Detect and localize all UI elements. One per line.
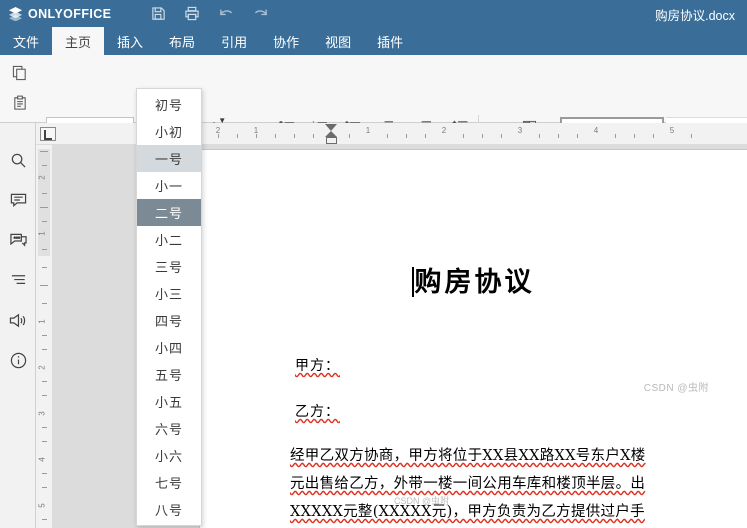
tab-layout[interactable]: 布局 xyxy=(156,27,208,55)
font-size-option[interactable]: 一号 xyxy=(137,145,201,172)
ruler-number: 4 xyxy=(593,126,599,135)
font-size-option[interactable]: 三号 xyxy=(137,253,201,280)
font-size-option[interactable]: 小六 xyxy=(137,442,201,469)
ruler-number: 5 xyxy=(669,126,675,135)
document-title: 购房协议.docx xyxy=(655,9,735,23)
sidebar-item-chat[interactable] xyxy=(0,220,36,260)
document-body: 购房协议 xyxy=(238,160,708,299)
onlyoffice-window: ONLYOFFICE 购房协议.docx 文件 主页 插入 布局 引用 协作 视… xyxy=(0,0,747,528)
font-size-option[interactable]: 四号 xyxy=(137,307,201,334)
text-cursor xyxy=(411,267,414,297)
font-size-dropdown[interactable]: 初号 小初 一号 小一 二号 小二 三号 小三 四号 小四 五号 小五 六号 小… xyxy=(136,88,202,526)
tab-home[interactable]: 主页 xyxy=(52,27,105,55)
redo-icon[interactable] xyxy=(251,5,269,23)
menu-tab-bar: 文件 主页 插入 布局 引用 协作 视图 插件 xyxy=(0,27,747,55)
ruler-number: 3 xyxy=(517,126,523,135)
onlyoffice-logo-icon xyxy=(8,6,23,21)
home-toolbar: Arial ▼ 二号 ▲ A▲ A▼ Aa ▼ B I U S xyxy=(0,55,747,167)
font-size-option[interactable]: 小四 xyxy=(137,334,201,361)
copy-icon[interactable] xyxy=(8,60,32,86)
sidebar-item-about[interactable] xyxy=(0,340,36,380)
tab-plugins[interactable]: 插件 xyxy=(364,27,416,55)
quick-access-toolbar xyxy=(149,5,269,23)
font-size-option[interactable]: 小初 xyxy=(137,118,201,145)
left-indent-marker[interactable] xyxy=(326,137,337,144)
paste-icon[interactable] xyxy=(8,90,32,116)
document-heading: 购房协议 xyxy=(238,260,708,299)
sidebar-item-comments[interactable] xyxy=(0,180,36,220)
app-logo: ONLYOFFICE xyxy=(8,6,111,21)
title-bar: ONLYOFFICE 购房协议.docx xyxy=(0,0,747,27)
tab-collaboration[interactable]: 协作 xyxy=(260,27,312,55)
print-icon[interactable] xyxy=(183,5,201,23)
font-size-option[interactable]: 五号 xyxy=(137,361,201,388)
left-sidebar xyxy=(0,123,36,528)
ruler-number: 1 xyxy=(365,126,371,135)
font-size-option[interactable]: 二号 xyxy=(137,199,201,226)
tab-references[interactable]: 引用 xyxy=(208,27,260,55)
vertical-ruler[interactable]: 2 1 1 2 3 4 5 xyxy=(36,145,52,528)
clipboard-group xyxy=(8,60,32,116)
undo-icon[interactable] xyxy=(217,5,235,23)
font-size-option[interactable]: 小一 xyxy=(137,172,201,199)
sidebar-item-headings[interactable] xyxy=(0,260,36,300)
font-size-option[interactable]: 七号 xyxy=(137,469,201,496)
sidebar-item-feedback[interactable] xyxy=(0,300,36,340)
font-size-option[interactable]: 初号 xyxy=(137,91,201,118)
font-size-option[interactable]: 小五 xyxy=(137,388,201,415)
document-page[interactable]: 购房协议 xyxy=(200,150,747,528)
sidebar-item-search[interactable] xyxy=(0,140,36,180)
font-size-option[interactable]: 六号 xyxy=(137,415,201,442)
brand-label: ONLYOFFICE xyxy=(28,6,112,21)
first-line-indent-marker[interactable] xyxy=(325,124,337,131)
font-size-option[interactable]: 小三 xyxy=(137,280,201,307)
tab-view[interactable]: 视图 xyxy=(312,27,364,55)
tab-file[interactable]: 文件 xyxy=(0,27,52,55)
save-icon[interactable] xyxy=(149,5,167,23)
tab-insert[interactable]: 插入 xyxy=(104,27,156,55)
font-size-option[interactable]: 八号 xyxy=(137,496,201,523)
font-size-option[interactable]: 小二 xyxy=(137,226,201,253)
ruler-number: 2 xyxy=(441,126,447,135)
tab-stop-selector[interactable] xyxy=(40,127,56,141)
